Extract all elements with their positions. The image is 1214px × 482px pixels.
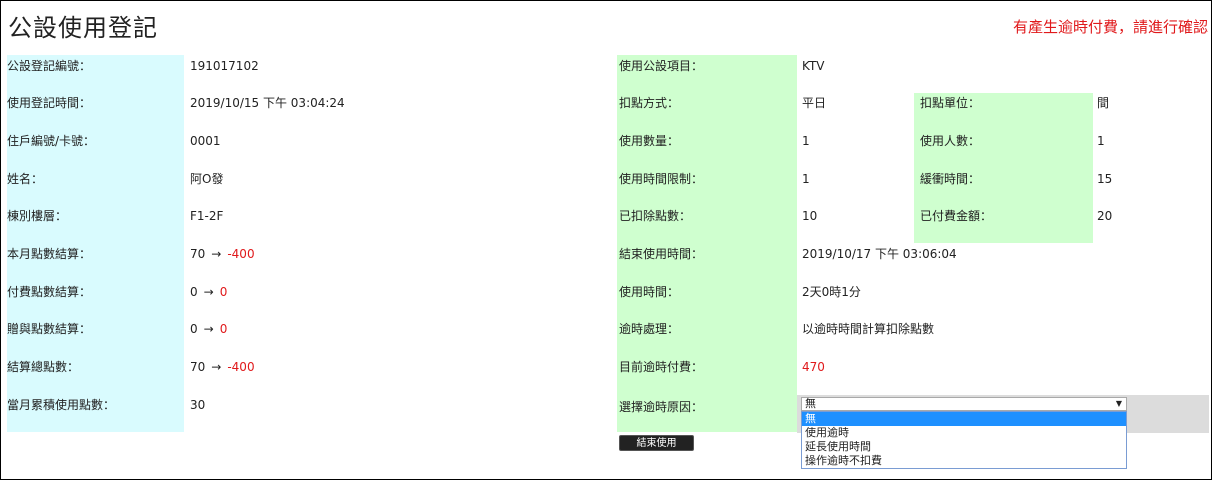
value-buffer-time: 15: [1097, 172, 1113, 186]
page-title: 公設使用登記: [8, 14, 158, 42]
option-none[interactable]: 無: [802, 412, 1126, 426]
right-label-column: [617, 55, 797, 432]
label-usage-duration: 使用時間：: [619, 285, 680, 299]
points-to: -400: [227, 247, 255, 261]
value-name: 阿O發: [190, 172, 224, 186]
arrow-icon: →: [211, 247, 222, 261]
value-resident-card: 0001: [190, 134, 221, 148]
value-building-floor: F1-2F: [190, 209, 224, 223]
option-operation-overtime-no-charge[interactable]: 操作逾時不扣費: [802, 454, 1126, 468]
value-deducted-points: 10: [802, 209, 818, 223]
label-time-limit: 使用時間限制：: [619, 172, 704, 186]
overtime-notice: 有產生逾時付費，請進行確認: [1012, 18, 1208, 36]
value-registration-number: 191017102: [190, 59, 259, 73]
label-monthly-points: 本月點數結算：: [7, 247, 92, 261]
arrow-icon: →: [203, 285, 214, 299]
points-to: 0: [219, 285, 228, 299]
value-end-time: 2019/10/17 下午 03:06:04: [802, 247, 957, 261]
value-deduction-unit: 間: [1097, 96, 1110, 110]
value-accumulated-points: 30: [190, 398, 206, 412]
label-name: 姓名：: [7, 172, 44, 186]
label-paid-amount: 已付費金額：: [920, 209, 993, 223]
label-usage-quantity: 使用數量：: [619, 134, 680, 148]
end-use-button[interactable]: 結束使用: [619, 435, 694, 451]
value-gift-points: 0 → 0: [190, 322, 227, 336]
value-overtime-handling: 以逾時時間計算扣除點數: [802, 322, 935, 336]
label-accumulated-points: 當月累積使用點數：: [7, 398, 116, 412]
left-label-column: [7, 55, 184, 432]
label-end-time: 結束使用時間：: [619, 247, 704, 261]
value-facility-item: KTV: [802, 59, 825, 73]
label-resident-card: 住戶編號/卡號：: [7, 134, 96, 148]
overtime-reason-select[interactable]: 無 ▼: [801, 397, 1127, 411]
label-overtime-fee: 目前逾時付費：: [619, 360, 704, 374]
value-registration-time: 2019/10/15 下午 03:04:24: [190, 96, 345, 110]
label-people-count: 使用人數：: [920, 134, 981, 148]
value-overtime-fee: 470: [802, 360, 825, 374]
value-people-count: 1: [1097, 134, 1105, 148]
arrow-icon: →: [203, 322, 214, 336]
value-usage-duration: 2天0時1分: [802, 285, 861, 299]
points-from: 0: [190, 322, 198, 336]
chevron-down-icon: ▼: [1115, 399, 1122, 408]
points-from: 70: [190, 360, 206, 374]
label-deducted-points: 已扣除點數：: [619, 209, 692, 223]
value-total-points: 70 → -400: [190, 360, 255, 374]
label-facility-item: 使用公設項目：: [619, 59, 704, 73]
label-building-floor: 棟別樓層：: [7, 209, 68, 223]
points-from: 0: [190, 285, 198, 299]
label-buffer-time: 緩衝時間：: [920, 172, 981, 186]
label-deduction-method: 扣點方式：: [619, 96, 680, 110]
arrow-icon: →: [211, 360, 222, 374]
label-overtime-handling: 逾時處理：: [619, 322, 680, 336]
select-value: 無: [805, 397, 816, 410]
value-paid-points: 0 → 0: [190, 285, 227, 299]
points-to: -400: [227, 360, 255, 374]
label-gift-points: 贈與點數結算：: [7, 322, 92, 336]
label-total-points: 結算總點數：: [7, 360, 80, 374]
value-paid-amount: 20: [1097, 209, 1113, 223]
label-registration-number: 公設登記編號：: [7, 59, 92, 73]
points-from: 70: [190, 247, 206, 261]
value-deduction-method: 平日: [802, 96, 827, 110]
option-overtime-use[interactable]: 使用逾時: [802, 426, 1126, 440]
label-paid-points: 付費點數結算：: [7, 285, 92, 299]
points-to: 0: [219, 322, 228, 336]
value-monthly-points: 70 → -400: [190, 247, 255, 261]
label-registration-time: 使用登記時間：: [7, 96, 92, 110]
value-time-limit: 1: [802, 172, 810, 186]
overtime-reason-dropdown: 無 使用逾時 延長使用時間 操作逾時不扣費: [801, 411, 1127, 469]
option-extend-time[interactable]: 延長使用時間: [802, 440, 1126, 454]
label-overtime-reason: 選擇逾時原因：: [619, 400, 704, 414]
value-usage-quantity: 1: [802, 134, 810, 148]
label-deduction-unit: 扣點單位：: [920, 96, 981, 110]
